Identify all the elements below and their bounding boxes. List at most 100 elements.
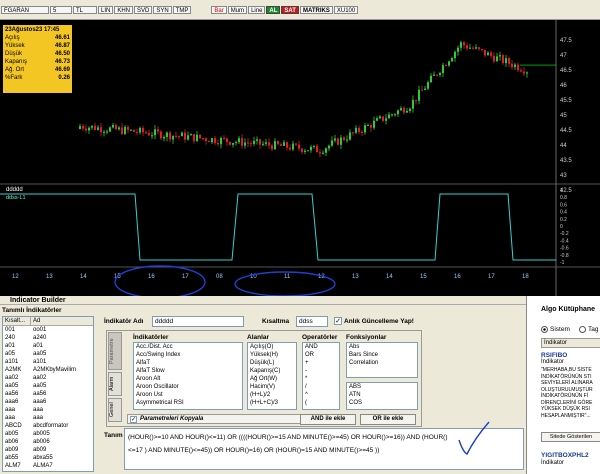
period-field[interactable]: 5 xyxy=(50,5,72,14)
tb-button-syn[interactable]: SYN xyxy=(153,5,172,14)
operator-item[interactable]: ^ xyxy=(303,391,339,399)
field-item[interactable]: Düşük(L) xyxy=(248,359,296,367)
functions-list[interactable]: Abs Bars Since Correlation xyxy=(346,342,418,378)
indicator-item[interactable]: Acc/Swing Index xyxy=(134,351,242,359)
param-copy-checkbox[interactable]: ✓ xyxy=(130,415,137,423)
side-tab-genel[interactable]: Genel xyxy=(108,398,122,422)
tb-button-bar[interactable]: Bar xyxy=(211,5,227,14)
side-tab-parametre[interactable]: Parametre xyxy=(108,332,122,370)
list-item[interactable]: aa56 aa56 xyxy=(3,390,93,398)
function-item[interactable]: ATN xyxy=(347,391,417,399)
list-item[interactable]: aaa6 aaa6 xyxy=(3,398,93,406)
side-tab-alarm[interactable]: Alarm xyxy=(108,372,122,396)
function-item[interactable]: Abs xyxy=(347,343,417,351)
and-add-button[interactable]: AND ile ekle xyxy=(300,414,356,425)
list-item-short: a05 xyxy=(5,351,16,357)
operator-item[interactable]: OR xyxy=(303,351,339,359)
library-item-2-title[interactable]: YIGITBOXPHL2 xyxy=(541,452,589,459)
price-tick: 43 xyxy=(560,173,567,179)
field-item[interactable]: Açılış(O) xyxy=(248,343,296,351)
function-item[interactable]: ABS xyxy=(347,383,417,391)
candle-body xyxy=(106,131,108,133)
operator-item[interactable]: / xyxy=(303,383,339,391)
symbol-field[interactable]: FGARAN xyxy=(1,5,49,14)
tb-button-mum[interactable]: Mum xyxy=(227,5,248,14)
field-item[interactable]: (H+L)/2 xyxy=(248,391,296,399)
field-item[interactable]: Hacim(V) xyxy=(248,383,296,391)
list-item[interactable]: ab09 ab09 xyxy=(3,446,93,454)
indicator-item[interactable]: AlfaT Slow xyxy=(134,367,242,375)
sell-button[interactable]: SAT xyxy=(281,5,299,14)
operators-list[interactable]: AND OR + - * / ^( xyxy=(302,342,340,410)
col-short[interactable]: Kısalt... xyxy=(3,317,31,325)
list-item[interactable]: ab05 ab005 xyxy=(3,430,93,438)
library-item-1-title[interactable]: RSIFIBO xyxy=(541,352,567,359)
buy-button[interactable]: AL xyxy=(266,5,281,14)
candle-body xyxy=(304,150,306,152)
index-field[interactable]: XU100 xyxy=(333,5,359,14)
indicator-item[interactable]: Acc./Dist. Acc xyxy=(134,343,242,351)
short-input[interactable]: ddss xyxy=(296,316,328,327)
candle-body xyxy=(97,127,99,130)
live-update-checkbox[interactable]: ✓ xyxy=(334,317,342,325)
field-item[interactable]: Ağ Ort(W) xyxy=(248,375,296,383)
name-input[interactable]: ddddd xyxy=(152,316,244,327)
fields-list[interactable]: Açılış(O) Yüksek(H) Düşük(L) Kapanış(C) Ağ O… xyxy=(247,342,297,410)
field-item[interactable]: Kapanış(C) xyxy=(248,367,296,375)
list-item[interactable]: a05 aa05 xyxy=(3,350,93,358)
operator-item[interactable]: + xyxy=(303,359,339,367)
indicator-item[interactable]: Aroon Alt xyxy=(134,375,242,383)
list-item[interactable]: a01 a01 xyxy=(3,342,93,350)
field-item[interactable]: Yüksek(H) xyxy=(248,351,296,359)
info-date: 23Ağustos23 17:45 xyxy=(5,27,60,33)
operator-item[interactable]: AND xyxy=(303,343,339,351)
list-item[interactable]: aa02 aa02 xyxy=(3,374,93,382)
indicator-item[interactable]: Asymmetrical RSI xyxy=(134,399,242,407)
indicator-item[interactable]: Aroon Oscillator xyxy=(134,383,242,391)
tb-button-svd[interactable]: SVD xyxy=(134,5,153,14)
list-item[interactable]: aa05 aa05 xyxy=(3,382,93,390)
radio-tag[interactable]: Tag xyxy=(579,326,598,333)
field-item[interactable]: (H+L+C)/3 xyxy=(248,399,296,407)
functions-list-2[interactable]: ABS ATN COS xyxy=(346,382,418,410)
list-item[interactable]: ab55 abxa55 xyxy=(3,454,93,462)
candle-body xyxy=(307,150,309,152)
radio-sistem-dot[interactable] xyxy=(541,326,548,333)
col-name[interactable]: Ad xyxy=(31,317,40,325)
list-item[interactable]: A2MK A2MKbyMavilim xyxy=(3,366,93,374)
list-item[interactable]: aaa aaa xyxy=(3,414,93,422)
list-item[interactable]: a101 a101 xyxy=(3,358,93,366)
or-add-button[interactable]: OR ile ekle xyxy=(360,414,416,425)
indicators-list[interactable]: Acc./Dist. Acc Acc/Swing Index AlfaT AlfaT … xyxy=(133,342,243,410)
candle-body xyxy=(160,131,162,139)
list-item[interactable]: ABCD abcdformator xyxy=(3,422,93,430)
list-item[interactable]: aaa aaa xyxy=(3,406,93,414)
candle-body xyxy=(484,49,486,56)
function-item[interactable]: Bars Since xyxy=(347,351,417,359)
library-tab-indikator[interactable]: İndikator xyxy=(541,338,600,348)
tb-button-line[interactable]: Line xyxy=(248,5,266,14)
function-item[interactable]: Correlation xyxy=(347,359,417,367)
list-item[interactable]: ab06 ab006 xyxy=(3,438,93,446)
list-item[interactable]: 240 a240 xyxy=(3,334,93,342)
indicator-item[interactable]: Aroon Üst xyxy=(134,391,242,399)
tb-button-khn[interactable]: KHN xyxy=(114,5,134,14)
operator-item[interactable]: - xyxy=(303,367,339,375)
tb-button-lin[interactable]: LIN xyxy=(98,5,114,14)
radio-sistem[interactable]: Sistem xyxy=(541,326,570,333)
operator-item[interactable]: * xyxy=(303,375,339,383)
indicator-item[interactable]: AlfaT xyxy=(134,359,242,367)
currency-field[interactable]: TL xyxy=(73,5,97,14)
candle-body xyxy=(469,47,471,49)
tb-button-tmp[interactable]: TMP xyxy=(172,5,192,14)
function-item[interactable]: COS xyxy=(347,399,417,407)
price-chart[interactable]: 47.5 47 46.5 46 45.5 45 44.5 44 43.5 43 42.5 1 0.8 0.… xyxy=(0,20,600,296)
defined-indicators-list[interactable]: Kısalt... Ad 001 oo01 240 a240 a01 a01 a05 aa05… xyxy=(2,316,94,472)
operator-item[interactable]: ( xyxy=(303,399,339,407)
list-item-name: ab09 xyxy=(33,447,47,453)
library-item-1-button[interactable]: Sitede Gösterilen xyxy=(541,432,600,442)
radio-tag-dot[interactable] xyxy=(579,326,586,333)
list-item[interactable]: 001 oo01 xyxy=(3,326,93,334)
list-item-name: ab006 xyxy=(33,439,50,445)
list-item[interactable]: ALM7 ALMA7 xyxy=(3,462,93,470)
